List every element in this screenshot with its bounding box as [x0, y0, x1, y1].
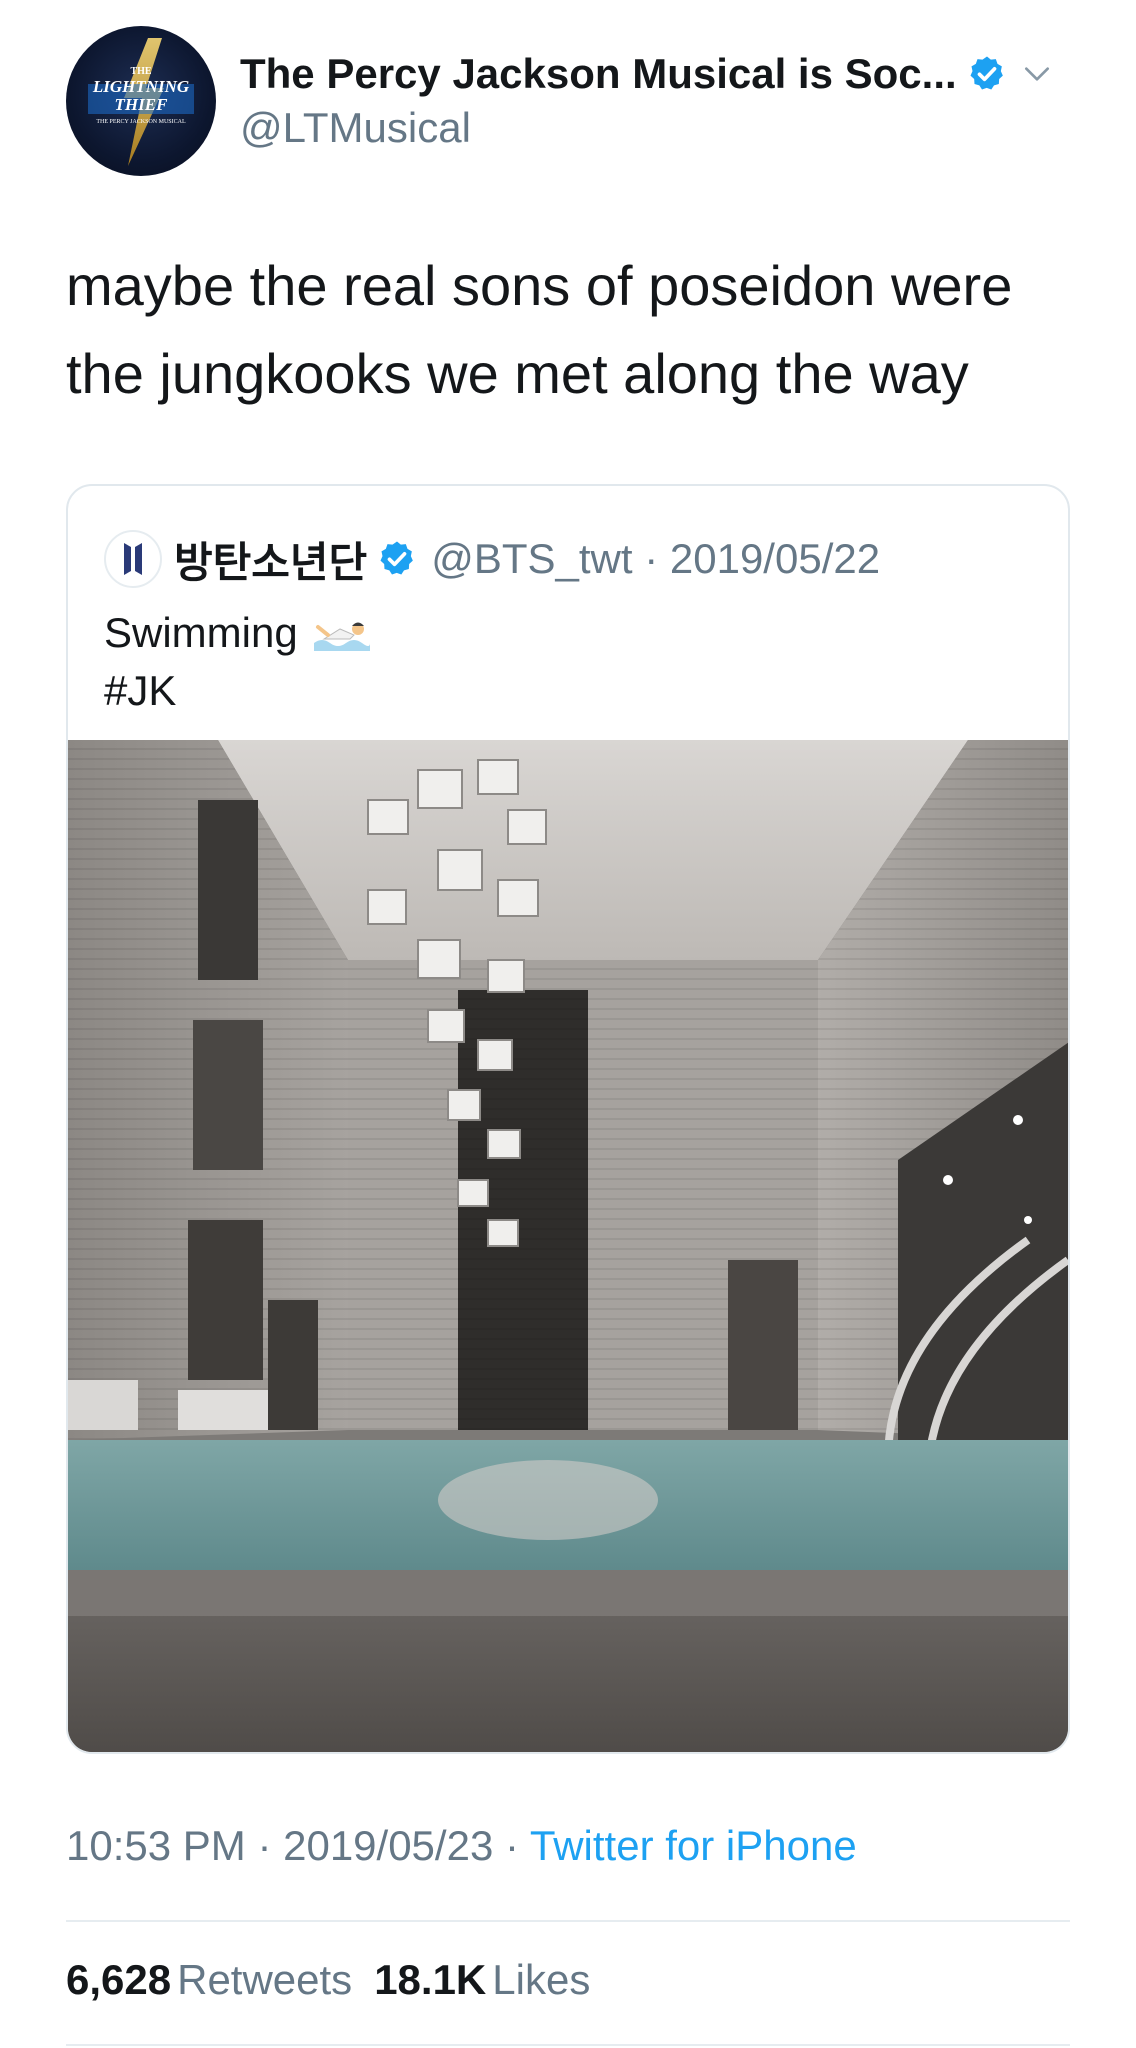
- quoted-handle-date: @BTS_twt · 2019/05/22: [431, 535, 881, 582]
- divider: [66, 1920, 1070, 1922]
- quoted-author-avatar: [104, 530, 162, 588]
- tweet-timestamp-row: 10:53 PM · 2019/05/23 · Twitter for iPho…: [66, 1822, 857, 1870]
- tweet-text-line: maybe the real sons of poseidon were: [66, 254, 1013, 317]
- tweet-text-line: the jungkooks we met along the way: [66, 342, 969, 405]
- logo-text-lightning: LIGHTNING: [92, 77, 190, 96]
- tweet-detail: THE LIGHTNING THIEF THE PERCY JACKSON MU…: [0, 0, 1136, 2048]
- quoted-tweet-card[interactable]: 방탄소년단 @BTS_twt · 2019/05/22 Swimming #JK: [66, 484, 1070, 1754]
- author-avatar[interactable]: THE LIGHTNING THIEF THE PERCY JACKSON MU…: [66, 26, 216, 176]
- pool-scene-image: [68, 740, 1068, 1752]
- verified-badge-icon: [970, 56, 1003, 90]
- author-name-row: The Percy Jackson Musical is Soc...: [240, 50, 1053, 98]
- quoted-text-line: Swimming: [104, 604, 370, 662]
- tweet-stats: 6,628 Retweets 18.1K Likes: [66, 1956, 612, 2004]
- quoted-tweet-text: Swimming #JK: [104, 604, 370, 720]
- tweet-timestamp[interactable]: 10:53 PM · 2019/05/23 ·: [66, 1822, 530, 1869]
- retweets-label[interactable]: Retweets: [177, 1956, 352, 2003]
- divider: [66, 2044, 1070, 2046]
- logo-text-the: THE: [130, 66, 151, 77]
- logo-text-subtitle: THE PERCY JACKSON MUSICAL: [96, 119, 186, 125]
- tweet-source-link[interactable]: Twitter for iPhone: [530, 1822, 857, 1869]
- likes-label[interactable]: Likes: [492, 1956, 590, 2003]
- quoted-display-name: 방탄소년단: [174, 538, 368, 586]
- author-handle[interactable]: @LTMusical: [240, 104, 471, 152]
- person-swimming-icon: [313, 622, 370, 651]
- quoted-tweet-header: 방탄소년단 @BTS_twt · 2019/05/22: [104, 528, 880, 590]
- tweet-header: THE LIGHTNING THIEF THE PERCY JACKSON MU…: [66, 26, 1070, 176]
- quoted-media-video[interactable]: [68, 740, 1068, 1752]
- verified-badge-icon: [380, 541, 414, 575]
- lightning-thief-logo-icon: THE LIGHTNING THIEF THE PERCY JACKSON MU…: [88, 38, 194, 166]
- chevron-down-icon[interactable]: [1021, 58, 1053, 90]
- retweets-count[interactable]: 6,628: [66, 1956, 171, 2003]
- quoted-text-hashtag[interactable]: #JK: [104, 662, 370, 720]
- tweet-text: maybe the real sons of poseidon were the…: [66, 242, 1076, 418]
- author-display-name[interactable]: The Percy Jackson Musical is Soc...: [240, 50, 957, 98]
- logo-text-thief: THIEF: [115, 95, 169, 114]
- quoted-text-swimming: Swimming: [104, 609, 298, 656]
- likes-count[interactable]: 18.1K: [374, 1956, 486, 2003]
- bts-logo-icon: [124, 543, 142, 575]
